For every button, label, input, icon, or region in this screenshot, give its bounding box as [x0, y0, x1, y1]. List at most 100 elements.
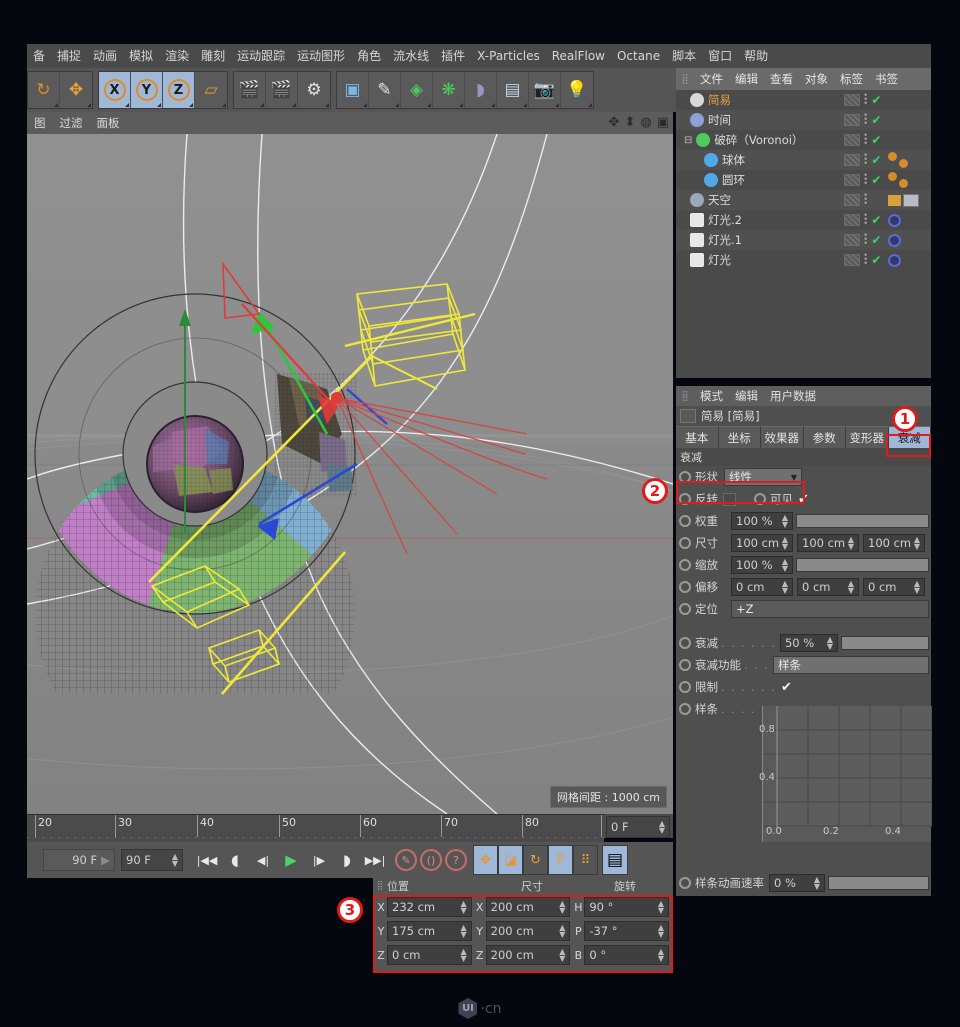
menu-item-10[interactable]: 插件 [435, 44, 471, 68]
keyframe-selection-button[interactable]: ? [445, 849, 467, 871]
position-field-Y-spinner[interactable]: ▲▼ [461, 924, 467, 938]
rotation-field-H-spinner[interactable]: ▲▼ [658, 900, 664, 914]
viewport-menu-filter[interactable]: 过滤 [53, 112, 90, 134]
orientation-param-radio[interactable] [679, 603, 691, 615]
deformer-button[interactable]: ◗ [465, 72, 497, 108]
weight-spinner[interactable]: ▲▼ [782, 514, 788, 528]
menu-item-4[interactable]: 渲染 [159, 44, 195, 68]
size-y-field[interactable]: 100 cm ▲▼ [797, 534, 859, 552]
menu-item-8[interactable]: 角色 [351, 44, 387, 68]
layer-color-swatch[interactable] [844, 94, 860, 106]
visibility-dots-icon[interactable]: ••• [863, 134, 868, 146]
goto-start-button[interactable]: |◀◀ [193, 846, 221, 874]
layer-color-swatch[interactable] [844, 214, 860, 226]
weight-param-radio[interactable] [679, 515, 691, 527]
menu-item-5[interactable]: 雕刻 [195, 44, 231, 68]
size-x-field[interactable]: 100 cm ▲▼ [731, 534, 793, 552]
size-x-spinner[interactable]: ▲▼ [782, 536, 788, 550]
scale-param-radio[interactable] [679, 559, 691, 571]
object-row-0[interactable]: 简易•••✔ [676, 90, 931, 110]
menu-item-13[interactable]: Octane [611, 44, 666, 68]
light-button[interactable]: 💡 [561, 72, 593, 108]
document-end-spinner[interactable]: ▲▼ [172, 853, 178, 867]
object-axis-toggle[interactable]: ▱ [195, 72, 227, 108]
visibility-dots-icon[interactable]: ••• [863, 94, 868, 106]
orientation-dropdown[interactable]: +Z [731, 600, 929, 618]
timeline-ruler[interactable]: 2030405060708090 [27, 814, 604, 842]
enabled-check-icon[interactable]: ✔ [871, 93, 881, 107]
move-tool[interactable]: ✥ [60, 72, 92, 108]
size-field-Y[interactable]: 200 cm▲▼ [486, 921, 571, 941]
size-param-radio[interactable] [679, 537, 691, 549]
am-menu-mode[interactable]: 模式 [694, 386, 729, 406]
spline-speed-slider[interactable] [828, 876, 929, 890]
previous-keyframe-button[interactable]: ◖ [221, 846, 249, 874]
size-field-Z-spinner[interactable]: ▲▼ [559, 948, 565, 962]
maximize-view-icon[interactable]: ▣ [657, 115, 669, 130]
viewport-3d[interactable]: 网格间距 : 1000 cm [27, 134, 673, 814]
menu-item-15[interactable]: 窗口 [702, 44, 738, 68]
position-field-Y[interactable]: 175 cm▲▼ [387, 921, 472, 941]
offset-x-field[interactable]: 0 cm ▲▼ [731, 578, 793, 596]
material-tag-icon[interactable] [899, 159, 908, 168]
next-keyframe-button[interactable]: ◗ [333, 846, 361, 874]
visibility-dots-icon[interactable]: ••• [863, 214, 868, 226]
visibility-dots-icon[interactable]: ••• [863, 154, 868, 166]
document-end-field[interactable]: 90 F ▲▼ [121, 849, 183, 871]
key-position-button[interactable]: ✥ [473, 845, 498, 875]
scene-floor-button[interactable]: ▤ [497, 72, 529, 108]
offset-y-spinner[interactable]: ▲▼ [848, 580, 854, 594]
visibility-dots-icon[interactable]: ••• [863, 174, 868, 186]
attribute-tabs[interactable]: 基本坐标效果器参数变形器衰减 [676, 426, 931, 448]
enabled-check-icon[interactable]: ✔ [871, 253, 881, 267]
scale-field[interactable]: 100 % ▲▼ [731, 556, 793, 574]
current-frame-field[interactable]: 0 F ▲▼ [606, 816, 670, 838]
visibility-dots-icon[interactable]: ••• [863, 234, 868, 246]
falloff-func-dropdown[interactable]: 样条 [773, 656, 929, 674]
visibility-dots-icon[interactable]: ••• [863, 254, 868, 266]
clamp-checkbox[interactable]: ✔ [781, 680, 792, 695]
menu-item-11[interactable]: X-Particles [471, 44, 546, 68]
visible-param-radio[interactable] [754, 493, 766, 505]
om-menu-tag[interactable]: 标签 [834, 68, 869, 90]
object-row-7[interactable]: 灯光.1•••✔ [676, 230, 931, 250]
object-row-1[interactable]: 时间•••✔ [676, 110, 931, 130]
spline-graph[interactable]: 0.8 0.4 0.0 0.2 0.4 [762, 706, 931, 842]
am-menu-edit[interactable]: 编辑 [729, 386, 764, 406]
autokey-button[interactable]: () [420, 849, 442, 871]
goto-end-button[interactable]: ▶▶| [361, 846, 389, 874]
rotation-field-P[interactable]: -37 °▲▼ [584, 921, 669, 941]
falloff-param-radio[interactable] [679, 637, 691, 649]
next-frame-button[interactable]: |▶ [305, 846, 333, 874]
key-parameter-button[interactable]: P [548, 845, 573, 875]
shape-param-radio[interactable] [679, 471, 691, 483]
offset-z-spinner[interactable]: ▲▼ [914, 580, 920, 594]
render-view-button[interactable]: 🎬 [234, 72, 266, 108]
key-pla-button[interactable]: ⠿ [573, 845, 598, 875]
object-row-4[interactable]: 圆环•••✔ [676, 170, 931, 190]
size-field-Y-spinner[interactable]: ▲▼ [559, 924, 565, 938]
timeline-toggle-button[interactable]: ▤ [602, 845, 628, 875]
menu-item-7[interactable]: 运动图形 [291, 44, 351, 68]
enabled-check-icon[interactable]: ✔ [871, 113, 881, 127]
generator-button[interactable]: ◈ [401, 72, 433, 108]
viewport-menu-view[interactable]: 图 [27, 112, 53, 134]
size-field-X[interactable]: 200 cm▲▼ [486, 897, 571, 917]
preview-range-end-field[interactable]: 90 F ▶ [43, 849, 115, 871]
menu-item-3[interactable]: 模拟 [123, 44, 159, 68]
menu-item-9[interactable]: 流水线 [387, 44, 435, 68]
enabled-check-icon[interactable]: ✔ [871, 153, 881, 167]
layer-color-swatch[interactable] [844, 254, 860, 266]
layer-color-swatch[interactable] [844, 234, 860, 246]
layer-color-swatch[interactable] [844, 154, 860, 166]
key-scale-button[interactable]: ◪ [498, 845, 523, 875]
axis-y-lock[interactable]: Y [131, 72, 163, 108]
object-row-3[interactable]: 球体•••✔ [676, 150, 931, 170]
falloff-spinner[interactable]: ▲▼ [827, 636, 833, 650]
menu-item-6[interactable]: 运动跟踪 [231, 44, 291, 68]
falloff-slider[interactable] [841, 636, 929, 650]
offset-x-spinner[interactable]: ▲▼ [782, 580, 788, 594]
material-tag-icon[interactable] [888, 152, 897, 161]
position-field-Z[interactable]: 0 cm▲▼ [387, 945, 472, 965]
visibility-dots-icon[interactable]: ••• [863, 194, 868, 206]
